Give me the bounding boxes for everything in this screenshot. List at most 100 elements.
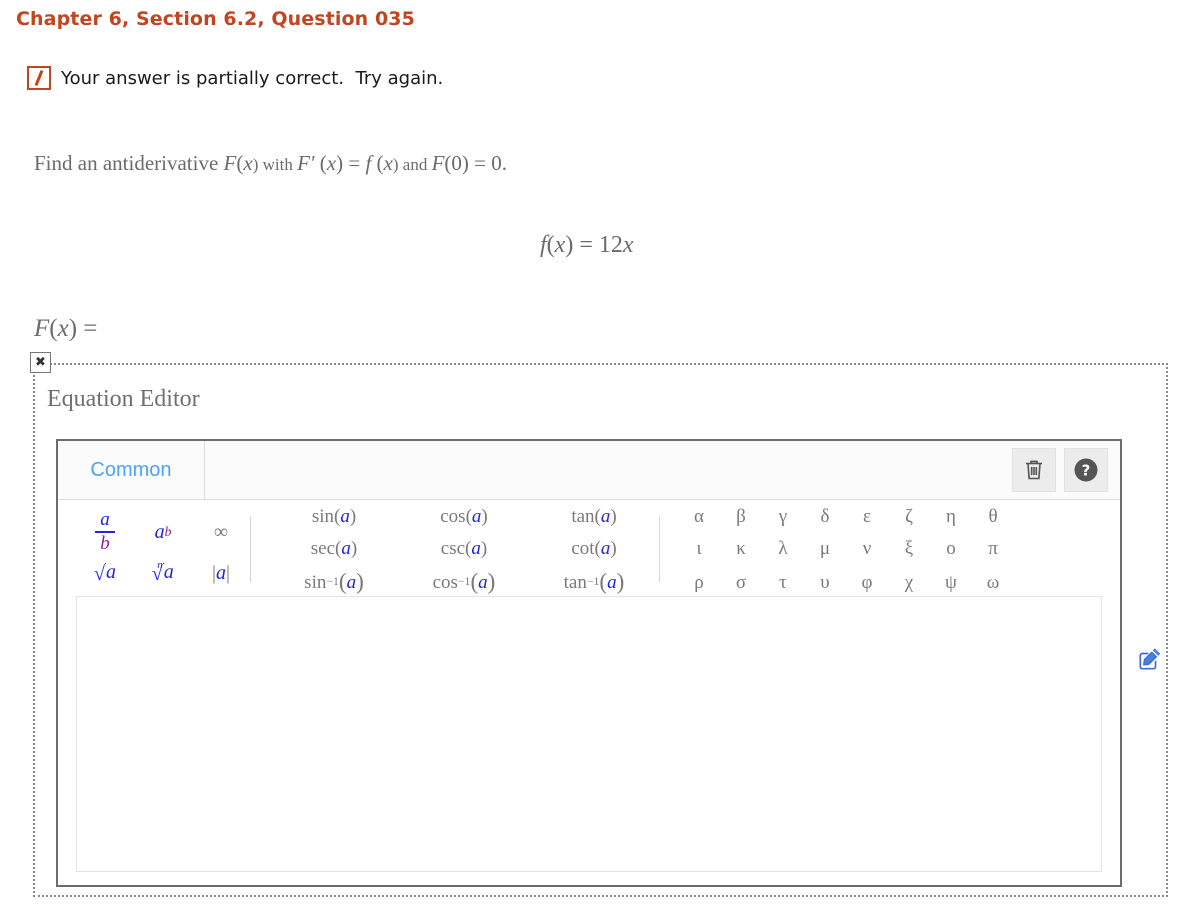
greek-psi[interactable]: ψ (945, 564, 957, 600)
greek-tau[interactable]: τ (779, 564, 787, 600)
arcsin-name: sin (304, 571, 327, 593)
nth-root-vinculum (162, 563, 164, 565)
instruction-F2: F (431, 151, 445, 175)
equation-editor-panel: Common ? a b a b ∞ √ a n √ a | a | sin (… (56, 439, 1122, 887)
feedback-text: Your answer is partially correct. Try ag… (61, 67, 444, 89)
palette-arccos[interactable]: cos −1(a) (433, 564, 496, 600)
greek-alpha[interactable]: α (694, 500, 704, 532)
palette-divider-1 (250, 516, 251, 582)
palette-group-trig: sin(a) cos(a) tan(a) sec(a) csc(a) cot(a… (269, 504, 659, 596)
greek-iota[interactable]: ι (696, 532, 701, 564)
tab-common[interactable]: Common (58, 441, 205, 499)
palette-arcsin[interactable]: sin −1(a) (304, 564, 364, 600)
page-title: Chapter 6, Section 6.2, Question 035 (16, 8, 415, 30)
instruction-text-3: ) with (252, 155, 298, 174)
csc-arg: a (471, 537, 481, 559)
symbol-palette: a b ab ∞ √ a n √ a | a | sin (a) cos (… (58, 500, 1120, 596)
palette-fraction[interactable]: a b (95, 509, 115, 555)
palette-csc[interactable]: csc(a) (441, 532, 487, 564)
greek-delta[interactable]: δ (821, 500, 830, 532)
trash-icon (1023, 458, 1045, 482)
greek-zeta[interactable]: ζ (905, 500, 913, 532)
palette-cos[interactable]: cos(a) (440, 500, 487, 532)
equation-input-wrapper (58, 596, 1120, 890)
greek-xi[interactable]: ξ (905, 532, 913, 564)
editor-toolbar: ? (205, 441, 1120, 499)
fraction-denominator: b (100, 532, 110, 554)
greek-beta[interactable]: β (736, 500, 746, 532)
instruction-x1: x (243, 151, 253, 175)
arccos-arg: a (478, 571, 488, 593)
edit-pencil-square-icon[interactable] (1137, 648, 1161, 672)
instruction-text-5: ) = (336, 151, 366, 175)
csc-name: csc (440, 537, 466, 559)
arctan-name: tan (563, 571, 587, 593)
greek-rho[interactable]: ρ (694, 564, 703, 600)
greek-phi[interactable]: φ (862, 564, 873, 600)
fraction-numerator: a (100, 509, 110, 531)
given-equation: f(x) = 12x (540, 232, 634, 258)
instruction-F1: F (223, 151, 237, 175)
palette-sec[interactable]: sec(a) (311, 532, 357, 564)
equation-editor-title: Equation Editor (47, 386, 200, 412)
sin-arg: a (340, 505, 350, 527)
greek-eta[interactable]: η (946, 500, 956, 532)
greek-omicron[interactable]: ο (946, 532, 956, 564)
palette-group-greek: α β γ δ ε ζ η θ ι κ λ μ ν ξ ο π ρ σ τ υ … (678, 504, 1014, 596)
greek-theta[interactable]: θ (988, 500, 997, 532)
instruction-x3: x (383, 151, 393, 175)
greek-omega[interactable]: ω (987, 564, 1000, 600)
greek-nu[interactable]: ν (863, 532, 872, 564)
tan-arg: a (600, 505, 611, 527)
greek-gamma[interactable]: γ (779, 500, 787, 532)
cos-name: cos (440, 505, 466, 527)
greek-upsilon[interactable]: υ (820, 564, 829, 600)
greek-mu[interactable]: μ (820, 532, 830, 564)
arccos-name: cos (432, 571, 458, 593)
help-button[interactable]: ? (1064, 448, 1108, 492)
instruction-text-8: (0) = 0. (444, 151, 507, 175)
cos-arg: a (471, 505, 482, 527)
sqrt-vinculum (105, 563, 106, 565)
palette-absolute-value[interactable]: | a | (212, 555, 230, 591)
svg-text:?: ? (1082, 462, 1091, 480)
editor-tabstrip: Common ? (58, 441, 1120, 500)
sec-name: sec (310, 537, 336, 559)
arcsin-arg: a (346, 571, 357, 593)
tan-name: tan (571, 505, 595, 527)
greek-epsilon[interactable]: ε (863, 500, 871, 532)
palette-nth-root[interactable]: n √ a (152, 555, 174, 591)
delete-button[interactable] (1012, 448, 1056, 492)
greek-kappa[interactable]: κ (736, 532, 746, 564)
greek-lambda[interactable]: λ (778, 532, 787, 564)
abs-arg: a (216, 562, 226, 584)
question-circle-icon: ? (1073, 457, 1099, 483)
sin-name: sin (311, 505, 335, 527)
instruction-text-6: ( (371, 151, 384, 175)
equation-input[interactable] (76, 596, 1102, 872)
palette-sqrt[interactable]: √ a (94, 555, 116, 591)
feedback-banner: Your answer is partially correct. Try ag… (27, 66, 443, 90)
partially-correct-slash-icon (27, 66, 51, 90)
greek-pi[interactable]: π (988, 532, 998, 564)
greek-sigma[interactable]: σ (736, 564, 746, 600)
instruction-text-7: ) and (392, 155, 432, 174)
instruction-x2: x (326, 151, 337, 175)
palette-power[interactable]: ab (155, 509, 172, 555)
palette-arctan[interactable]: tan −1(a) (564, 564, 625, 600)
arctan-arg: a (607, 571, 617, 593)
nth-root-radicand: a (163, 561, 174, 583)
instruction-text-1: Find an antiderivative (34, 151, 224, 175)
cot-arg: a (600, 537, 611, 559)
cot-name: cot (571, 537, 595, 559)
palette-sin[interactable]: sin(a) (312, 500, 356, 532)
power-exponent: b (164, 524, 172, 540)
palette-tan[interactable]: tan(a) (571, 500, 616, 532)
instruction-text-4: ( (314, 151, 327, 175)
close-icon[interactable]: ✖ (30, 352, 51, 373)
palette-infinity[interactable]: ∞ (214, 509, 228, 555)
answer-prompt: F(x) = (34, 315, 98, 342)
palette-cot[interactable]: cot(a) (571, 532, 616, 564)
greek-chi[interactable]: χ (905, 564, 913, 600)
problem-instruction: Find an antiderivative F(x) with F′ (x) … (34, 151, 507, 176)
